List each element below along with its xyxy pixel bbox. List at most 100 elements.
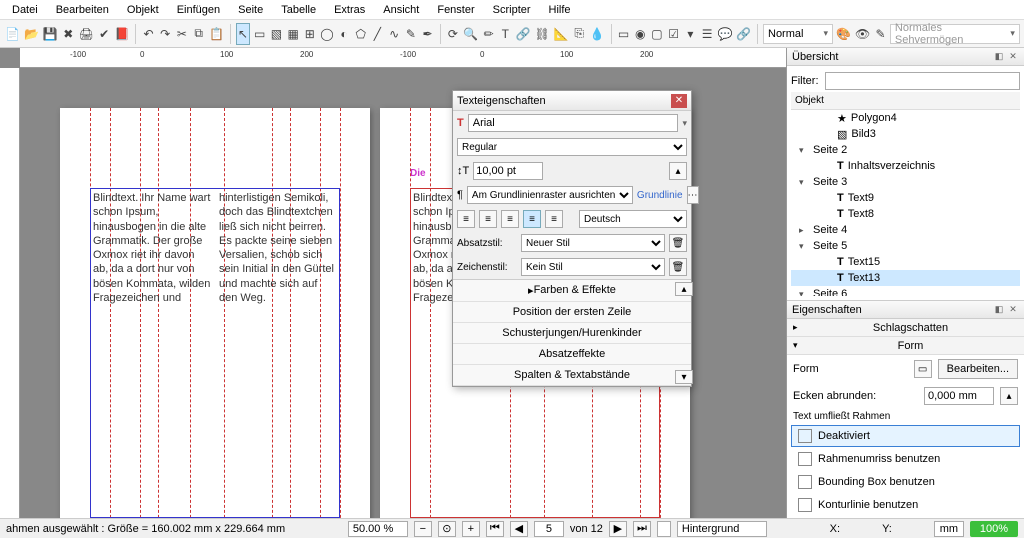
para-style-clear-icon[interactable]: 🗑 [669, 234, 687, 252]
cut-icon[interactable]: ✂ [175, 23, 190, 45]
textflow-option[interactable]: Konturlinie benutzen [791, 494, 1020, 516]
table-icon[interactable]: ⊞ [302, 23, 317, 45]
tree-item[interactable]: TText13 [791, 270, 1020, 286]
pdf-radio-icon[interactable]: ◉ [633, 23, 648, 45]
pdf-list-icon[interactable]: ☰ [700, 23, 715, 45]
text-frame-icon[interactable]: ▭ [252, 23, 267, 45]
paste-icon[interactable]: 📋 [208, 23, 225, 45]
print-icon[interactable]: 🖨 [78, 23, 95, 45]
zoom-icon[interactable]: 🔍 [462, 23, 479, 45]
edit-text-icon[interactable]: T [498, 23, 513, 45]
scroll-up-icon[interactable]: ▴ [675, 282, 693, 296]
section-shadow[interactable]: ▸Schlagschatten [787, 319, 1024, 337]
baseline-align-select[interactable]: Am Grundlinienraster ausrichten [467, 186, 633, 204]
zoom-out-icon[interactable]: − [414, 521, 432, 537]
redo-icon[interactable]: ↷ [158, 23, 173, 45]
tree-item[interactable]: ▸Seite 4 [791, 222, 1020, 238]
panel-undock-icon[interactable]: ◧ [993, 304, 1005, 316]
zoom-field[interactable]: 50.00 % [348, 521, 408, 537]
layer-swatch[interactable] [657, 521, 671, 537]
section-colors[interactable]: ▸ Farben & Effekte [453, 280, 691, 302]
tree-item[interactable]: ▾Seite 5 [791, 238, 1020, 254]
shape-icon[interactable]: ◯ [319, 23, 334, 45]
color-mgmt-icon[interactable]: 🎨 [835, 23, 852, 45]
measure-icon[interactable]: 📐 [553, 23, 570, 45]
render-frame-icon[interactable]: ▦ [286, 23, 301, 45]
section-para-effects[interactable]: Absatzeffekte [453, 344, 691, 365]
pdf-text-icon[interactable]: ▢ [650, 23, 665, 45]
preview-icon[interactable]: 👁 [854, 23, 871, 45]
vision-dropdown[interactable]: Normales Sehvermögen [890, 24, 1020, 44]
spin-buttons[interactable]: ▴ [669, 162, 687, 180]
align-right-icon[interactable]: ≡ [501, 210, 519, 228]
tree-item[interactable]: TInhaltsverzeichnis [791, 158, 1020, 174]
panel-close-icon[interactable]: ✕ [1007, 51, 1019, 63]
layer-select[interactable]: Hintergrund [677, 521, 767, 537]
edit-contents-icon[interactable]: ✏ [481, 23, 496, 45]
panel-close-icon[interactable]: ✕ [1007, 304, 1019, 316]
open-icon[interactable]: 📂 [23, 23, 40, 45]
tree-item[interactable]: ▾Seite 3 [791, 174, 1020, 190]
pdf-icon[interactable]: 📕 [114, 23, 131, 45]
outline-tree[interactable]: ★Polygon4▧Bild3▾Seite 2TInhaltsverzeichn… [791, 110, 1020, 296]
pdf-link-icon[interactable]: 🔗 [735, 23, 752, 45]
section-shape[interactable]: ▾Form [787, 337, 1024, 355]
tree-item[interactable]: TText8 [791, 206, 1020, 222]
menu-hilfe[interactable]: Hilfe [541, 2, 579, 18]
select-tool-icon[interactable]: ↖ [236, 23, 251, 45]
round-corners-input[interactable] [924, 387, 994, 405]
pdf-check-icon[interactable]: ☑ [666, 23, 681, 45]
arc-icon[interactable]: ◐ [337, 23, 352, 45]
menu-ansicht[interactable]: Ansicht [375, 2, 427, 18]
textflow-option[interactable]: Deaktiviert [791, 425, 1020, 447]
next-page-icon[interactable]: ▶ [609, 521, 627, 537]
align-full-icon[interactable]: ≡ [545, 210, 563, 228]
menu-scripter[interactable]: Scripter [485, 2, 539, 18]
pdf-combo-icon[interactable]: ▾ [683, 23, 698, 45]
section-orphans[interactable]: Schusterjungen/Hurenkinder [453, 323, 691, 344]
section-columns[interactable]: Spalten & Textabstände [453, 365, 691, 386]
unlink-frames-icon[interactable]: ⛓ [534, 23, 551, 45]
font-style-select[interactable]: Regular [457, 138, 687, 156]
menu-objekt[interactable]: Objekt [119, 2, 167, 18]
panel-undock-icon[interactable]: ◧ [993, 51, 1005, 63]
calligraphy-icon[interactable]: ✒ [420, 23, 435, 45]
language-select[interactable]: Deutsch [579, 210, 687, 228]
tree-item[interactable]: ▾Seite 6 [791, 286, 1020, 296]
tree-item[interactable]: ▾Seite 2 [791, 142, 1020, 158]
first-page-icon[interactable]: ⏮ [486, 521, 504, 537]
copy-icon[interactable]: ⧉ [191, 23, 206, 45]
edit-in-preview-icon[interactable]: ✎ [873, 23, 888, 45]
zoom-in-icon[interactable]: + [462, 521, 480, 537]
preview-mode-dropdown[interactable]: Normal [763, 24, 833, 44]
filter-input[interactable] [825, 72, 1021, 90]
new-icon[interactable]: 📄 [4, 23, 21, 45]
tree-item[interactable]: TText9 [791, 190, 1020, 206]
font-family-input[interactable] [468, 114, 679, 132]
baseline-link[interactable]: Grundlinie [637, 190, 683, 201]
link-frames-icon[interactable]: 🔗 [515, 23, 532, 45]
zoom-reset-icon[interactable]: ⊙ [438, 521, 456, 537]
freehand-icon[interactable]: ✎ [404, 23, 419, 45]
scroll-down-icon[interactable]: ▾ [675, 370, 693, 384]
font-size-input[interactable]: 10,00 pt [473, 162, 543, 180]
edit-shape-button[interactable]: Bearbeiten... [938, 359, 1018, 379]
tree-item[interactable]: ★Polygon4 [791, 110, 1020, 126]
align-justify-icon[interactable]: ≡ [523, 210, 541, 228]
close-icon[interactable]: ✖ [61, 23, 76, 45]
copy-props-icon[interactable]: ⎘ [572, 23, 587, 45]
tree-item[interactable]: ▧Bild3 [791, 126, 1020, 142]
menu-datei[interactable]: Datei [4, 2, 46, 18]
pdf-annot-icon[interactable]: 💬 [716, 23, 733, 45]
baseline-edit-icon[interactable]: ⋯ [687, 186, 699, 204]
shape-preview-icon[interactable]: ▭ [914, 360, 932, 378]
para-style-select[interactable]: Neuer Stil [521, 234, 665, 252]
rotate-icon[interactable]: ⟳ [446, 23, 461, 45]
polygon-icon[interactable]: ⬠ [353, 23, 368, 45]
prev-page-icon[interactable]: ◀ [510, 521, 528, 537]
chevron-down-icon[interactable]: ▾ [682, 118, 687, 129]
char-style-select[interactable]: Kein Stil [521, 258, 665, 276]
char-style-clear-icon[interactable]: 🗑 [669, 258, 687, 276]
textflow-option[interactable]: Bounding Box benutzen [791, 471, 1020, 493]
pdf-button-icon[interactable]: ▭ [616, 23, 631, 45]
